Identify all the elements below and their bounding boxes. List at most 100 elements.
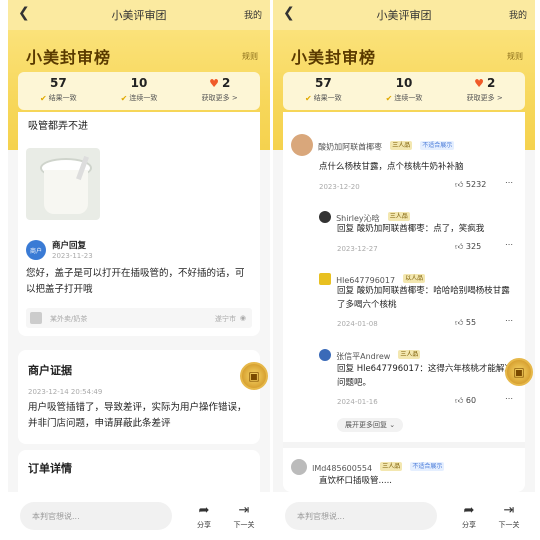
back-icon[interactable]: ❮ [18, 5, 30, 21]
like-count: 60 [465, 396, 477, 405]
stat-value: 10 [395, 76, 413, 90]
stat-consistent: 57 ✔ 结果一致 [18, 72, 99, 110]
more-options-icon[interactable]: ⋯ [505, 240, 513, 249]
review-text: 吸管都弄不进 [28, 121, 88, 132]
shop-location: 遂宁市 [215, 315, 236, 323]
evidence-datetime: 2023-12-14 20:54:49 [28, 388, 103, 396]
right-screen: ❮ 小美评审团 我的 小美封审榜 规则 57 ✔ 结果一致 10 ✔ 连续一致 ♥ 2… [273, 0, 535, 540]
comment-item: 酸奶加阿联酋椰枣 三人品 不适合展示 [291, 134, 455, 156]
avatar[interactable] [291, 134, 313, 156]
expand-label: 展开更多回复 [345, 421, 387, 429]
stat-hearts[interactable]: ♥ 2 获取更多 > [444, 72, 525, 110]
stat-value: 57 [314, 76, 332, 90]
commenter-name[interactable]: 张信平Andrew [336, 352, 390, 361]
top-bar: ❮ 小美评审团 我的 [273, 0, 535, 30]
like-button[interactable]: 👍︎ 325 [455, 242, 481, 252]
left-screen: ❮ 小美评审团 我的 小美封审榜 规则 57 ✔ 结果一致 10 ✔ 连续一致 ♥ 2… [8, 0, 270, 540]
page-title: 小美评审团 [376, 9, 432, 22]
level-badge: 三人品 [390, 140, 413, 150]
level-badge: 三人品 [380, 462, 403, 471]
more-options-icon[interactable]: ⋯ [505, 178, 513, 187]
review-photo[interactable] [26, 148, 100, 220]
thumbs-up-icon: 👍︎ [455, 318, 464, 327]
avatar[interactable] [319, 348, 331, 361]
merchant-reply-title: 商户回复 [52, 241, 87, 251]
stats-bar: 57 ✔ 结果一致 10 ✔ 连续一致 ♥ 2 获取更多 > [283, 72, 525, 110]
avatar[interactable] [319, 272, 331, 285]
back-icon[interactable]: ❮ [283, 5, 295, 21]
share-icon: ➦ [198, 502, 210, 518]
rules-link[interactable]: 规则 [242, 51, 258, 62]
stat-hearts[interactable]: ♥ 2 获取更多 > [179, 72, 260, 110]
merchant-avatar: 商户 [26, 240, 46, 260]
share-label: 分享 [197, 520, 211, 529]
share-label: 分享 [462, 520, 476, 529]
divider [283, 442, 525, 448]
check-icon: ✔ [39, 93, 47, 103]
chevron-down-icon: ⌄ [389, 421, 396, 429]
comment-text: 回复 Hle647796017：这得六年核桃才能解决问题吧。 [337, 364, 513, 388]
coin-icon[interactable]: ▣ [240, 362, 268, 390]
next-level-button[interactable]: ⇥ 下一关 [224, 503, 264, 530]
commenter-name[interactable]: 酸奶加阿联酋椰枣 [318, 143, 382, 152]
heart-icon: ♥ [209, 76, 219, 90]
stat-label: 结果一致 [48, 94, 77, 102]
mine-link[interactable]: 我的 [244, 8, 262, 21]
hidden-badge: 不适合展示 [420, 140, 455, 150]
stat-streak: 10 ✔ 连续一致 [364, 72, 445, 110]
rules-link[interactable]: 规则 [507, 51, 523, 62]
share-button[interactable]: ➦ 分享 [184, 503, 224, 530]
like-count: 55 [465, 318, 477, 327]
level-badge: 三人品 [387, 212, 410, 221]
avatar[interactable] [319, 210, 331, 223]
brand-logo: 小美封审榜 [291, 48, 377, 67]
like-button[interactable]: 👍︎ 60 [455, 396, 476, 406]
next-level-button[interactable]: ⇥ 下一关 [489, 503, 529, 530]
location-pin-icon: ◉ [239, 314, 246, 322]
stat-label: 结果一致 [313, 94, 342, 102]
get-more-link[interactable]: 获取更多 > [202, 93, 238, 103]
stat-consistent: 57 ✔ 结果一致 [283, 72, 364, 110]
get-more-link[interactable]: 获取更多 > [467, 93, 503, 103]
stat-label: 连续一致 [129, 94, 158, 102]
check-icon: ✔ [304, 93, 312, 103]
stat-value: 10 [130, 76, 148, 90]
merchant-reply-text: 您好，盖子是可以打开在插吸管的，不好插的话，可以把盖子打开哦 [26, 268, 245, 295]
stat-value: 57 [49, 76, 67, 90]
check-icon: ✔ [385, 93, 393, 103]
comment-text: 直饮杯口插吸管..... [319, 476, 393, 486]
coin-icon[interactable]: ▣ [505, 358, 533, 386]
shop-type: 某外卖/奶茶 [50, 315, 88, 323]
commenter-name[interactable]: lMd485600554 [312, 464, 372, 473]
level-badge: 以人品 [403, 274, 426, 283]
comment-date: 2024-01-16 [337, 398, 378, 406]
stat-value: 2 [221, 76, 231, 90]
shop-thumbnail [30, 312, 42, 324]
share-button[interactable]: ➦ 分享 [449, 503, 489, 530]
order-title: 订单详情 [28, 462, 72, 475]
mine-link[interactable]: 我的 [509, 8, 527, 21]
comment-item: lMd485600554 三人品 不适合展示 [291, 456, 445, 475]
like-button[interactable]: 👍︎ 55 [455, 318, 476, 328]
comment-input[interactable]: 本判官想说... [20, 502, 172, 530]
shop-info-bar[interactable]: 某外卖/奶茶 ◉ 遂宁市 [26, 308, 252, 328]
avatar[interactable] [291, 458, 307, 475]
thumbs-up-icon: 👍︎ [455, 242, 464, 251]
comment-date: 2023-12-20 [319, 183, 360, 191]
heart-icon: ♥ [474, 76, 484, 90]
comment-item: 张信平Andrew 三人品 [319, 344, 421, 363]
comment-input[interactable]: 本判官想说... [285, 502, 437, 530]
hidden-badge: 不适合展示 [410, 462, 445, 471]
more-options-icon[interactable]: ⋯ [505, 316, 513, 325]
evidence-text: 用户吸管插错了，导致差评，实际为用户操作错误，并非门店问题，申请屏蔽此条差评 [28, 402, 247, 429]
stat-streak: 10 ✔ 连续一致 [99, 72, 180, 110]
like-count: 325 [465, 242, 482, 251]
expand-replies-button[interactable]: 展开更多回复 ⌄ [337, 418, 404, 432]
like-button[interactable]: 👍︎ 5232 [455, 180, 486, 190]
share-icon: ➦ [463, 502, 475, 518]
top-bar: ❮ 小美评审团 我的 [8, 0, 270, 30]
next-label: 下一关 [233, 520, 255, 529]
more-options-icon[interactable]: ⋯ [505, 394, 513, 403]
bottom-bar: 本判官想说... ➦ 分享 ⇥ 下一关 [273, 492, 535, 540]
evidence-card: 商户证据 2023-12-14 20:54:49 用户吸管插错了，导致差评，实际… [18, 350, 260, 444]
